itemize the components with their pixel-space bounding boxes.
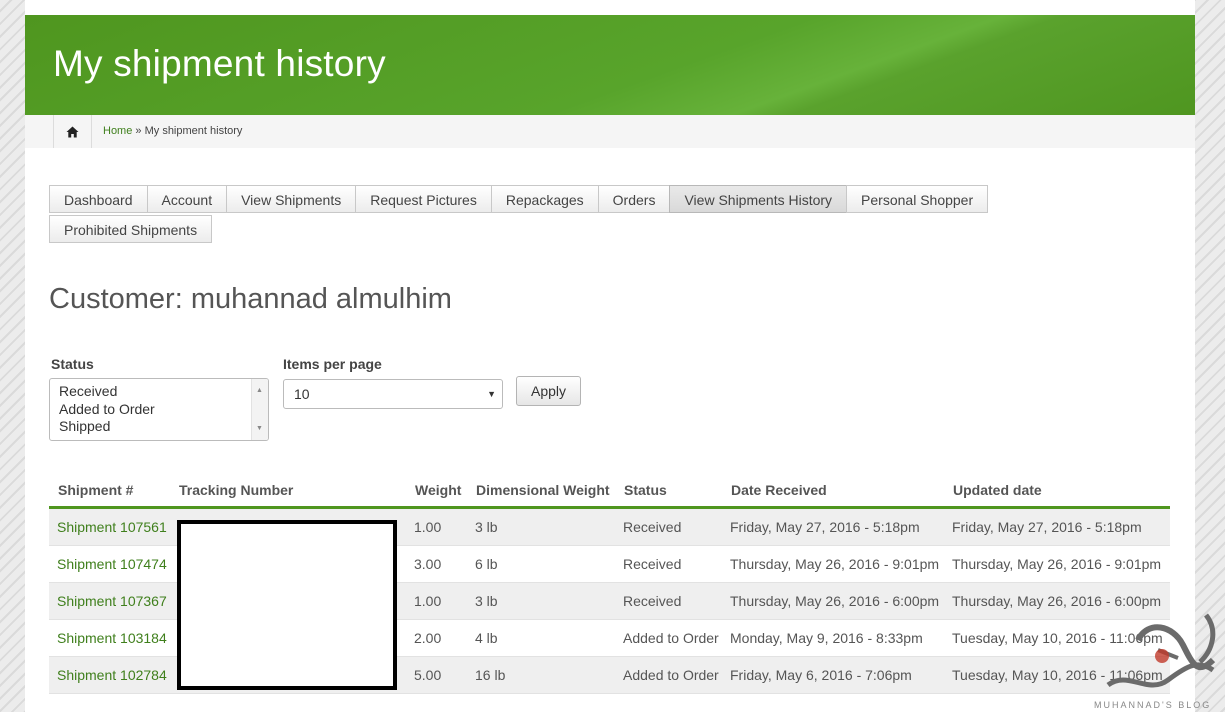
date-received-cell: Friday, May 27, 2016 - 5:18pm xyxy=(722,507,944,546)
updated-date-cell: Thursday, May 26, 2016 - 9:01pm xyxy=(944,545,1170,583)
date-received-cell: Monday, May 9, 2016 - 8:33pm xyxy=(722,619,944,657)
tab-dashboard[interactable]: Dashboard xyxy=(49,185,148,213)
status-cell: Received xyxy=(615,545,722,583)
shipment-cell: Shipment 107561 xyxy=(49,507,170,546)
dim-weight-cell: 6 lb xyxy=(467,545,615,583)
breadcrumb-home-link[interactable]: Home xyxy=(103,125,132,137)
status-filter-label: Status xyxy=(51,356,94,372)
column-header-dimensional-weight[interactable]: Dimensional Weight xyxy=(467,473,615,509)
column-header-date-received[interactable]: Date Received xyxy=(722,473,944,509)
tab-view-shipments[interactable]: View Shipments xyxy=(226,185,357,213)
status-cell: Added to Order xyxy=(615,619,722,657)
shipment-cell: Shipment 102784 xyxy=(49,656,170,694)
dim-weight-cell: 3 lb xyxy=(467,507,615,546)
tab-personal-shopper[interactable]: Personal Shopper xyxy=(846,185,989,213)
dim-weight-cell: 3 lb xyxy=(467,582,615,620)
status-option[interactable]: Shipped xyxy=(59,418,268,436)
tab-view-shipments-history[interactable]: View Shipments History xyxy=(669,185,848,213)
customer-heading: Customer: muhannad almulhim xyxy=(49,283,452,315)
tab-repackages[interactable]: Repackages xyxy=(490,185,599,213)
status-cell: Added to Order xyxy=(615,656,722,694)
column-header-shipment[interactable]: Shipment # xyxy=(49,473,170,509)
shipment-cell: Shipment 103184 xyxy=(49,619,170,657)
table-header-row: Shipment # Tracking Number Weight Dimens… xyxy=(49,473,1170,509)
tab-account[interactable]: Account xyxy=(146,185,228,213)
arrow-down-icon[interactable]: ▼ xyxy=(256,420,263,438)
status-cell: Received xyxy=(615,507,722,546)
tab-request-pictures[interactable]: Request Pictures xyxy=(355,185,492,213)
weight-cell: 2.00 xyxy=(406,619,467,657)
tab-bar: Dashboard Account View Shipments Request… xyxy=(49,185,989,243)
status-option[interactable]: Received xyxy=(59,383,268,401)
breadcrumb-separator: » xyxy=(135,125,142,137)
weight-cell: 5.00 xyxy=(406,656,467,694)
tab-prohibited-shipments[interactable]: Prohibited Shipments xyxy=(49,215,213,243)
date-received-cell: Thursday, May 26, 2016 - 9:01pm xyxy=(722,545,944,583)
calligraphy-logo-icon xyxy=(1106,613,1216,688)
status-cell: Received xyxy=(615,582,722,620)
breadcrumb-current: My shipment history xyxy=(144,125,243,137)
shipment-link[interactable]: Shipment 102784 xyxy=(57,667,167,683)
dim-weight-cell: 16 lb xyxy=(467,656,615,694)
shipment-link[interactable]: Shipment 107561 xyxy=(57,519,167,535)
date-received-cell: Thursday, May 26, 2016 - 6:00pm xyxy=(722,582,944,620)
home-icon xyxy=(66,126,79,137)
status-option[interactable]: Added to Order xyxy=(59,401,268,419)
tab-orders[interactable]: Orders xyxy=(597,185,671,213)
shipment-cell: Shipment 107367 xyxy=(49,582,170,620)
weight-cell: 1.00 xyxy=(406,507,467,546)
weight-cell: 3.00 xyxy=(406,545,467,583)
items-per-page-select[interactable]: 10 ▼ xyxy=(283,379,503,409)
date-received-cell: Friday, May 6, 2016 - 7:06pm xyxy=(722,656,944,694)
watermark-text: MUHANNAD'S BLOG xyxy=(1094,700,1212,710)
shipment-cell: Shipment 107474 xyxy=(49,545,170,583)
breadcrumb: Home » My shipment history xyxy=(25,115,1195,148)
column-header-tracking[interactable]: Tracking Number xyxy=(170,473,406,509)
column-header-updated-date[interactable]: Updated date xyxy=(944,473,1170,509)
breadcrumb-trail: Home » My shipment history xyxy=(103,125,242,137)
listbox-scrollbar[interactable]: ▲ ▼ xyxy=(251,379,268,440)
shipment-link[interactable]: Shipment 103184 xyxy=(57,630,167,646)
shipment-link[interactable]: Shipment 107474 xyxy=(57,556,167,572)
apply-button[interactable]: Apply xyxy=(516,376,581,406)
shipment-link[interactable]: Shipment 107367 xyxy=(57,593,167,609)
redaction-box xyxy=(177,520,397,690)
column-header-status[interactable]: Status xyxy=(615,473,722,509)
column-header-weight[interactable]: Weight xyxy=(406,473,467,509)
page-banner: My shipment history xyxy=(25,15,1195,115)
chevron-down-icon: ▼ xyxy=(487,389,496,399)
arrow-up-icon[interactable]: ▲ xyxy=(256,382,263,400)
dim-weight-cell: 4 lb xyxy=(467,619,615,657)
page-container: My shipment history Home » My shipment h… xyxy=(25,15,1195,712)
status-filter-listbox[interactable]: Received Added to Order Shipped ▲ ▼ xyxy=(49,378,269,441)
page-title: My shipment history xyxy=(53,43,386,84)
items-per-page-value: 10 xyxy=(294,386,310,402)
items-per-page-label: Items per page xyxy=(283,356,382,372)
blog-watermark: MUHANNAD'S BLOG xyxy=(1088,600,1225,712)
top-strip xyxy=(25,0,1195,15)
weight-cell: 1.00 xyxy=(406,582,467,620)
updated-date-cell: Friday, May 27, 2016 - 5:18pm xyxy=(944,507,1170,546)
breadcrumb-home-button[interactable] xyxy=(53,115,92,148)
